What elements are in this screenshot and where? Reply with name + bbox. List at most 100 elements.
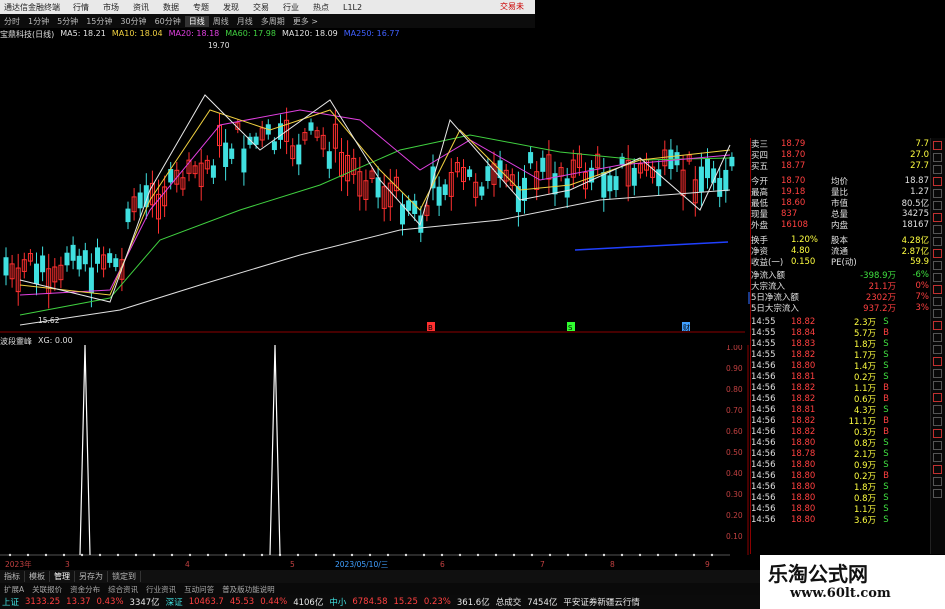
bottom-tab[interactable]: 管理 xyxy=(50,571,75,582)
candle-body xyxy=(564,178,570,198)
period-tab[interactable]: 日线 xyxy=(184,15,209,27)
period-tab[interactable]: 60分钟 xyxy=(151,16,185,27)
info-tab[interactable]: 扩展A xyxy=(0,584,28,595)
tool-icon[interactable] xyxy=(933,249,942,258)
tick-side: S xyxy=(883,514,889,525)
period-tab[interactable]: 周线 xyxy=(209,16,233,27)
menu-item-topic[interactable]: 专题 xyxy=(186,2,216,13)
tool-icon[interactable] xyxy=(933,153,942,162)
menu-item-industry[interactable]: 行业 xyxy=(276,2,306,13)
tool-icon[interactable] xyxy=(933,489,942,498)
menu-item-discover[interactable]: 发现 xyxy=(216,2,246,13)
tool-icon[interactable] xyxy=(933,477,942,486)
candle-body xyxy=(241,148,247,173)
tool-icon[interactable] xyxy=(933,381,942,390)
menu-item-data[interactable]: 数据 xyxy=(156,2,186,13)
status-item: 中小 xyxy=(329,598,347,608)
menu-item-market[interactable]: 市场 xyxy=(96,2,126,13)
period-tab[interactable]: 多周期 xyxy=(257,16,289,27)
tool-icon[interactable] xyxy=(933,165,942,174)
tool-icon[interactable] xyxy=(933,417,942,426)
candle-body xyxy=(210,165,216,178)
tool-icon[interactable] xyxy=(933,405,942,414)
right-tool-strip[interactable] xyxy=(930,138,945,554)
period-tab[interactable]: 月线 xyxy=(233,16,257,27)
date-axis-label: 7 xyxy=(540,560,545,569)
indicator-axis-label: 0.80 xyxy=(726,385,743,394)
stat-value: 34275 xyxy=(901,208,929,219)
indicator-chart[interactable]: 1.00 0.90 0.80 0.70 0.60 0.50 0.40 0.30 0.20 0.10… xyxy=(0,345,750,570)
indicator-dot xyxy=(368,553,372,557)
tool-icon[interactable] xyxy=(933,441,942,450)
stat-value: 4.80 xyxy=(791,245,810,256)
stat-value: 16108 xyxy=(781,219,809,230)
tool-icon[interactable] xyxy=(933,321,942,330)
tick-row: 14:56 18.82 11.1万 B xyxy=(751,415,930,427)
menu-item-l1l2[interactable]: L1L2 xyxy=(336,3,369,12)
tool-icon[interactable] xyxy=(933,201,942,210)
info-tab[interactable]: 资金分布 xyxy=(66,584,104,595)
tool-icon[interactable] xyxy=(933,465,942,474)
indicator-dot xyxy=(422,553,426,557)
period-tab[interactable]: 5分钟 xyxy=(53,16,82,27)
tool-icon[interactable] xyxy=(933,309,942,318)
period-tab[interactable]: 15分钟 xyxy=(82,16,116,27)
tick-time: 14:56 xyxy=(751,415,776,426)
indicator-axis-label: 0.10 xyxy=(726,532,743,541)
info-tab[interactable]: 普及版功能说明 xyxy=(218,584,279,595)
tool-icon[interactable] xyxy=(933,453,942,462)
tool-icon[interactable] xyxy=(933,177,942,186)
indicator-dot xyxy=(314,553,318,557)
tool-icon[interactable] xyxy=(933,237,942,246)
tool-icon[interactable] xyxy=(933,273,942,282)
tool-icon[interactable] xyxy=(933,357,942,366)
candle-body xyxy=(88,267,94,294)
status-item: 总成交 xyxy=(495,598,522,608)
candle-body xyxy=(375,177,381,198)
tool-icon[interactable] xyxy=(933,189,942,198)
info-tab[interactable]: 综合资讯 xyxy=(104,584,142,595)
stat-value: 837 xyxy=(781,208,798,219)
period-tab[interactable]: 分时 xyxy=(0,16,24,27)
indicator-dot xyxy=(584,553,588,557)
menu-item-quote[interactable]: 行情 xyxy=(66,2,96,13)
status-item: 10463.7 xyxy=(188,597,224,607)
status-item: 45.53 xyxy=(229,597,255,607)
bottom-tab[interactable]: 模板 xyxy=(25,571,50,582)
tool-icon[interactable] xyxy=(933,393,942,402)
period-tab[interactable]: 更多 > xyxy=(289,16,322,27)
tool-icon[interactable] xyxy=(933,429,942,438)
indicator-dot xyxy=(440,553,444,557)
info-tab[interactable]: 互动问答 xyxy=(180,584,218,595)
tool-icon[interactable] xyxy=(933,213,942,222)
indicator-axis-label: 1.00 xyxy=(726,345,743,352)
bottom-tab[interactable]: 另存为 xyxy=(75,571,108,582)
period-tab[interactable]: 30分钟 xyxy=(116,16,150,27)
tool-icon[interactable] xyxy=(933,285,942,294)
kline-chart[interactable]: 18.5018.2518.0017.7517.5017.2517.0016.75… xyxy=(0,40,750,335)
trade-button[interactable]: 交易未 xyxy=(500,1,524,12)
status-item: 0.44% xyxy=(260,597,288,607)
menu-item-trade[interactable]: 交易 xyxy=(246,2,276,13)
stat-label: 收益(一) xyxy=(751,257,784,268)
info-tab[interactable]: 关联报价 xyxy=(28,584,66,595)
tool-icon[interactable] xyxy=(933,141,942,150)
tool-icon[interactable] xyxy=(933,369,942,378)
bottom-tab[interactable]: 指标 xyxy=(0,571,25,582)
indicator-dot xyxy=(530,553,534,557)
tool-icon[interactable] xyxy=(933,345,942,354)
menu-item-hot[interactable]: 热点 xyxy=(306,2,336,13)
indicator-dot xyxy=(458,553,462,557)
bottom-tab[interactable]: 锁定到 xyxy=(108,571,141,582)
tool-icon[interactable] xyxy=(933,297,942,306)
tool-icon[interactable] xyxy=(933,333,942,342)
period-tab[interactable]: 1分钟 xyxy=(24,16,53,27)
menu-item-news[interactable]: 资讯 xyxy=(126,2,156,13)
tick-row: 14:56 18.80 3.6万 S xyxy=(751,514,930,526)
tool-icon[interactable] xyxy=(933,261,942,270)
tick-side: S xyxy=(883,316,889,327)
candle-body xyxy=(442,184,448,195)
info-tab[interactable]: 行业资讯 xyxy=(142,584,180,595)
tool-icon[interactable] xyxy=(933,225,942,234)
candle-body xyxy=(479,186,485,196)
